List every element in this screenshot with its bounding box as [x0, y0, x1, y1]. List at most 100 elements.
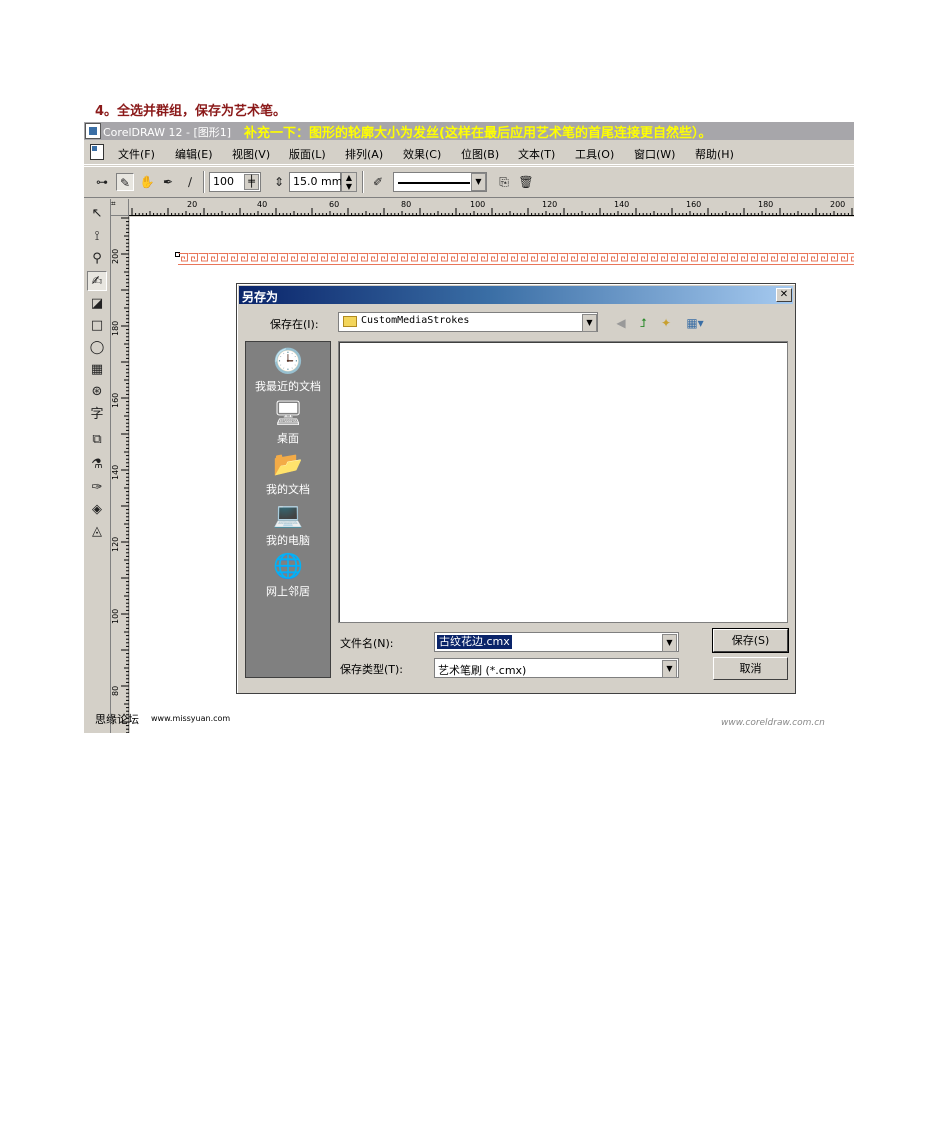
toolbar-separator	[203, 171, 205, 193]
menu-effects[interactable]: 效果(C)	[403, 146, 441, 162]
filetype-label: 保存类型(T):	[340, 663, 404, 676]
filename-value: 古纹花边.cmx	[437, 635, 512, 649]
horizontal-ruler-ticks: 20 40 60 80 100 120 140 160 180 200	[129, 200, 854, 216]
interactive-fill-tool-icon[interactable]: ◬	[87, 522, 107, 542]
ruler-label: 160	[686, 200, 701, 209]
place-my-computer[interactable]: 💻 我的电脑	[246, 500, 330, 548]
filename-label: 文件名(N):	[340, 637, 394, 650]
menu-arrange[interactable]: 排列(A)	[345, 146, 383, 162]
network-icon: 🌐	[273, 552, 303, 580]
ruler-label: 20	[187, 200, 197, 209]
ruler-label: 40	[257, 200, 267, 209]
views-menu-icon[interactable]: ▦▾	[682, 314, 708, 332]
pressure-mode-icon[interactable]: ∕	[181, 173, 199, 191]
calligraphic-mode-icon[interactable]: ✒	[159, 173, 177, 191]
site-watermark: www.coreldraw.com.cn	[721, 718, 825, 728]
chevron-down-icon[interactable]: ▼	[662, 634, 677, 652]
fill-tool-icon[interactable]: ◈	[87, 500, 107, 520]
greek-key-border[interactable]	[178, 253, 854, 265]
filename-input[interactable]: 古纹花边.cmx ▼	[434, 632, 679, 652]
artistic-media-tool-icon[interactable]: ✍	[87, 271, 107, 291]
ruler-label: 80	[111, 686, 120, 696]
close-button[interactable]: ✕	[776, 288, 792, 302]
graph-paper-tool-icon[interactable]: ▦	[87, 360, 107, 380]
ruler-label: 200	[830, 200, 845, 209]
ruler-label: 60	[329, 200, 339, 209]
interactive-blend-tool-icon[interactable]: ⧉	[87, 430, 107, 450]
basic-shapes-tool-icon[interactable]: ⊛	[87, 382, 107, 402]
filetype-select[interactable]: 艺术笔刷 (*.cmx) ▼	[434, 658, 679, 678]
width-icon: ⇕	[273, 175, 285, 189]
step-heading: 4。全选并群组，保存为艺术笔。	[95, 104, 287, 119]
outline-tool-icon[interactable]: ✑	[87, 478, 107, 498]
file-list[interactable]	[338, 341, 788, 623]
smoothness-slider-button[interactable]: ╪	[244, 174, 259, 190]
browse-icon[interactable]: ✐	[369, 173, 387, 191]
place-my-documents[interactable]: 📂 我的文档	[246, 449, 330, 497]
menu-file[interactable]: 文件(F)	[118, 146, 155, 162]
menu-tools[interactable]: 工具(O)	[575, 146, 614, 162]
brush-width-field[interactable]: 15.0 mm	[289, 172, 342, 192]
app-icon[interactable]	[85, 123, 101, 139]
horizontal-ruler[interactable]: 20 40 60 80 100 120 140 160 180 200	[129, 199, 854, 216]
chevron-down-icon[interactable]: ▼	[662, 660, 677, 678]
toolbox: ↖ ⟟ ⚲ ✍ ◪ □ ◯ ▦ ⊛ 字 ⧉ ⚗ ✑ ◈ ◬	[84, 199, 111, 733]
ellipse-tool-icon[interactable]: ◯	[87, 338, 107, 358]
sprayer-mode-icon[interactable]: ✋	[138, 173, 156, 191]
menu-help[interactable]: 帮助(H)	[695, 146, 734, 162]
toolbar-separator	[362, 171, 364, 193]
place-desktop[interactable]: 🖥 桌面	[246, 398, 330, 446]
menu-view[interactable]: 视图(V)	[232, 146, 270, 162]
document-icon[interactable]	[90, 144, 104, 160]
save-stroke-icon[interactable]: ⎘	[495, 173, 513, 191]
text-tool-icon[interactable]: 字	[87, 405, 107, 425]
forum-url: www.missyuan.com	[151, 714, 231, 723]
folder-icon	[343, 316, 357, 327]
ruler-label: 140	[614, 200, 629, 209]
place-label: 我的电脑	[266, 534, 310, 547]
pick-tool-icon[interactable]: ↖	[87, 204, 107, 224]
eyedropper-tool-icon[interactable]: ⚗	[87, 455, 107, 475]
menu-layout[interactable]: 版面(L)	[289, 146, 326, 162]
ruler-label: 100	[470, 200, 485, 209]
filetype-value: 艺术笔刷 (*.cmx)	[438, 664, 527, 677]
ruler-origin[interactable]: ⌗	[111, 199, 129, 216]
place-network[interactable]: 🌐 网上邻居	[246, 551, 330, 599]
desktop-icon: 🖥	[273, 399, 304, 427]
place-recent[interactable]: 🕒 我最近的文档	[246, 346, 330, 394]
menu-bitmaps[interactable]: 位图(B)	[461, 146, 499, 162]
vertical-ruler-ticks: 200 180 160 140 120 100 80	[111, 217, 129, 733]
chevron-down-icon[interactable]: ▼	[582, 314, 597, 332]
coreldraw-screenshot: CorelDRAW 12 - [图形1] 补充一下：图形的轮廓大小为发丝(这样在…	[84, 122, 854, 733]
menu-bar: 文件(F) 编辑(E) 视图(V) 版面(L) 排列(A) 效果(C) 位图(B…	[84, 142, 854, 165]
width-spinner[interactable]: ▲ ▼	[341, 172, 357, 192]
brush-stroke-list[interactable]: ▼	[393, 172, 487, 192]
dialog-title-bar[interactable]: 另存为 ✕	[239, 286, 793, 304]
zoom-tool-icon[interactable]: ⚲	[87, 249, 107, 269]
smart-fill-tool-icon[interactable]: ◪	[87, 294, 107, 314]
menu-text[interactable]: 文本(T)	[518, 146, 555, 162]
ruler-label: 80	[401, 200, 411, 209]
menu-edit[interactable]: 编辑(E)	[175, 146, 213, 162]
new-folder-icon[interactable]: ✦	[657, 314, 675, 332]
place-label: 桌面	[277, 432, 299, 445]
menu-window[interactable]: 窗口(W)	[634, 146, 675, 162]
vertical-ruler[interactable]: 200 180 160 140 120 100 80	[111, 216, 129, 733]
app-title-bar: CorelDRAW 12 - [图形1] 补充一下：图形的轮廓大小为发丝(这样在…	[84, 122, 854, 141]
rectangle-tool-icon[interactable]: □	[87, 316, 107, 336]
back-icon[interactable]: ◀	[612, 314, 630, 332]
close-icon: ✕	[779, 289, 789, 300]
shape-tool-icon[interactable]: ⟟	[87, 227, 107, 247]
up-folder-icon[interactable]: ⮥	[634, 314, 652, 332]
save-in-dropdown[interactable]: CustomMediaStrokes ▼	[338, 312, 598, 332]
ruler-label: 120	[111, 537, 120, 552]
cancel-button[interactable]: 取消	[713, 657, 788, 680]
save-button[interactable]: 保存(S)	[712, 628, 789, 653]
delete-stroke-icon[interactable]: 🗑	[517, 173, 535, 191]
chevron-down-icon[interactable]: ▼	[471, 173, 486, 191]
preset-mode-icon[interactable]: ⊶	[93, 173, 111, 191]
app-title: CorelDRAW 12 - [图形1]	[103, 126, 232, 139]
brush-mode-icon[interactable]: ✎	[116, 173, 134, 191]
ruler-label: 180	[758, 200, 773, 209]
recent-documents-icon: 🕒	[273, 347, 303, 375]
